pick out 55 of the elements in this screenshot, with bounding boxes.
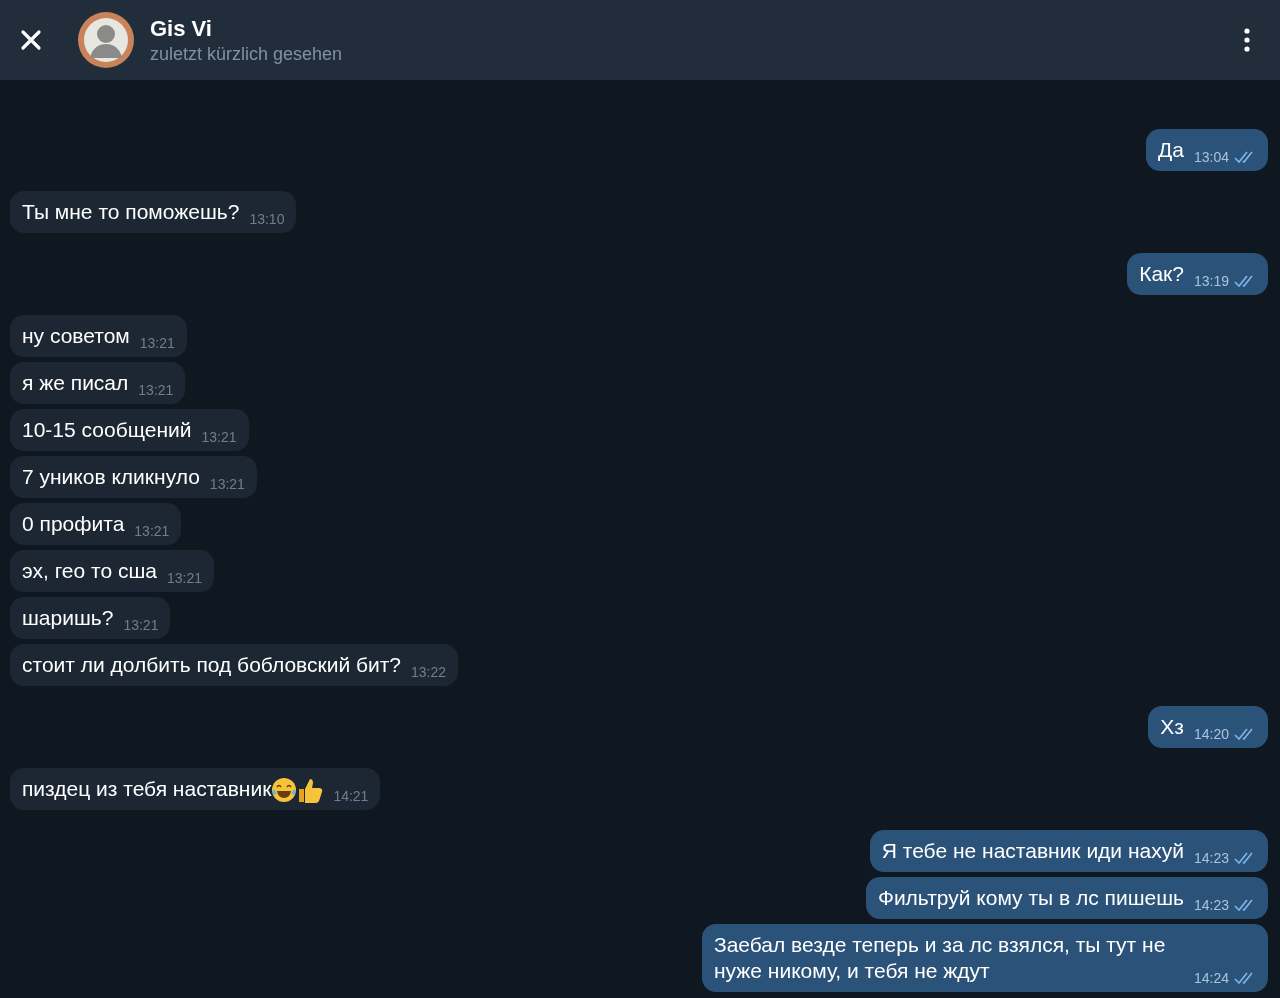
message-text: Хз [1160, 714, 1184, 740]
message-text: эх, гео то сша [22, 558, 157, 584]
message-text: Как? [1139, 261, 1184, 287]
outgoing-message[interactable]: Хз 14:20 [1148, 706, 1268, 748]
message-text: 0 профита [22, 511, 125, 537]
outgoing-message[interactable]: Я тебе не наставник иди нахуй 14:23 [869, 830, 1268, 872]
laughing-face-icon [271, 777, 298, 803]
message-text: 10-15 сообщений [22, 417, 192, 443]
incoming-message[interactable]: 0 профита 13:21 [10, 503, 182, 545]
message-time: 13:10 [249, 211, 285, 227]
more-icon [1244, 28, 1250, 52]
message-text: стоит ли долбить под бобловский бит? [22, 652, 402, 678]
outgoing-message[interactable]: Фильтруй кому ты в лс пишешь 14:23 [865, 877, 1268, 919]
incoming-message[interactable]: стоит ли долбить под бобловский бит? 13:22 [10, 644, 459, 686]
message-text: Фильтруй кому ты в лс пишешь [877, 885, 1184, 911]
message-time: 13:21 [209, 476, 245, 492]
message-text: я же писал [22, 370, 129, 396]
message-time: 13:21 [138, 382, 174, 398]
contact-name: Gis Vi [150, 15, 213, 42]
message-text: ну советом [22, 323, 130, 349]
message-text: 7 уников кликнуло [22, 464, 200, 490]
message-time: 13:21 [123, 617, 159, 633]
message-text: Я тебе не наставник иди нахуй [881, 838, 1184, 864]
incoming-message[interactable]: пиздец из тебя наставник 14:21 [10, 768, 381, 810]
incoming-message[interactable]: ну советом 13:21 [10, 315, 187, 357]
outgoing-message[interactable]: Как? 13:19 [1127, 253, 1268, 295]
message-time: 14:23 [1193, 850, 1229, 866]
message-time: 14:21 [333, 788, 369, 804]
message-time: 14:20 [1193, 726, 1229, 742]
message-text: пиздец из тебя наставник [22, 776, 272, 802]
message-time: 13:21 [139, 335, 175, 351]
incoming-message[interactable]: эх, гео то сша 13:21 [10, 550, 214, 592]
message-text: Да [1158, 137, 1184, 163]
message-time: 13:21 [166, 570, 202, 586]
message-time: 13:04 [1193, 149, 1229, 165]
message-time: 13:21 [201, 429, 237, 445]
message-time: 13:22 [411, 664, 447, 680]
message-text: Ты мне то поможешь? [22, 199, 240, 225]
avatar[interactable] [78, 12, 134, 68]
incoming-message[interactable]: 7 уников кликнуло 13:21 [10, 456, 257, 498]
message-time: 14:23 [1193, 897, 1229, 913]
incoming-message[interactable]: я же писал 13:21 [10, 362, 186, 404]
outgoing-message[interactable]: Заебал везде теперь и за лс взялся, ты тут не нуже никому, и тебя не ждут 14:24 [701, 924, 1268, 992]
incoming-message[interactable]: Ты мне то поможешь? 13:10 [10, 191, 297, 233]
incoming-message[interactable]: шаришь? 13:21 [10, 597, 171, 639]
message-text: Заебал везде теперь и за лс взялся, ты тут не нуже никому, и тебя не ждут [713, 932, 1167, 984]
message-time: 13:21 [134, 523, 170, 539]
message-text: шаришь? [22, 605, 114, 631]
message-time: 14:24 [1193, 970, 1229, 986]
thumbs-up-icon [297, 776, 324, 804]
incoming-message[interactable]: 10-15 сообщений 13:21 [10, 409, 249, 451]
close-icon [20, 29, 42, 51]
message-time: 13:19 [1193, 273, 1229, 289]
last-seen-status: zuletzt kürzlich gesehen [150, 43, 344, 65]
outgoing-message[interactable]: Да 13:04 [1146, 129, 1268, 171]
